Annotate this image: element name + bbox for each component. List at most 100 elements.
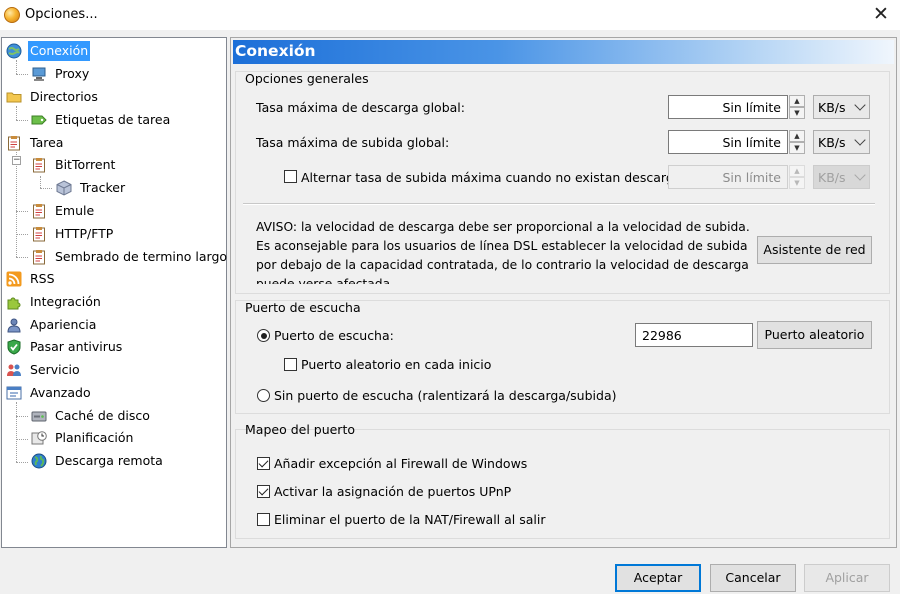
tree-connector — [16, 106, 17, 120]
clipboard-icon — [33, 250, 45, 265]
tree-item-label: Tarea — [30, 135, 64, 150]
tree-item-label: Proxy — [55, 66, 90, 81]
tree-item-label: Sembrado de termino largo — [55, 249, 228, 264]
tree-connector — [16, 74, 28, 75]
tree-connector — [16, 402, 17, 462]
alternate-upload-label: Alternar tasa de subida máxima cuando no… — [301, 170, 688, 185]
app-logo-icon — [4, 7, 20, 23]
firewall-exception-label: Añadir excepción al Firewall de Windows — [274, 456, 528, 471]
port-input[interactable]: 22986 — [635, 323, 753, 347]
no-listen-port-radio[interactable] — [257, 389, 270, 402]
close-icon[interactable]: ✕ — [870, 3, 892, 25]
tree-item-label: Conexión — [28, 41, 91, 61]
spin-up-icon: ▲ — [789, 165, 805, 177]
tree-item-label: RSS — [30, 271, 55, 286]
upload-rate-stepper[interactable]: ▲ ▼ — [789, 130, 805, 154]
tree-item-label: Directorios — [30, 89, 98, 104]
tree-connector — [16, 416, 28, 417]
panel-header: Conexión — [233, 40, 894, 64]
tree-item-label: HTTP/FTP — [55, 226, 114, 241]
clipboard-icon — [33, 204, 45, 219]
tree-item-label: BitTorrent — [55, 157, 116, 172]
tree-connector — [40, 176, 41, 188]
spin-down-icon: ▼ — [789, 177, 805, 189]
divider — [243, 203, 875, 205]
tree-connector — [16, 120, 28, 121]
spin-up-icon[interactable]: ▲ — [789, 130, 805, 142]
tree-connector — [16, 60, 17, 74]
rss-icon — [6, 271, 22, 287]
tag-icon — [31, 115, 47, 125]
cancel-button[interactable]: Cancelar — [710, 564, 796, 592]
tree-expander-icon[interactable]: − — [12, 156, 21, 165]
alternate-upload-checkbox[interactable] — [284, 170, 297, 183]
download-rate-input[interactable]: Sin límite — [668, 95, 788, 119]
bandwidth-notice: AVISO: la velocidad de descarga debe ser… — [256, 220, 750, 284]
listen-port-label: Puerto de escucha: — [274, 328, 394, 343]
spin-down-icon[interactable]: ▼ — [789, 142, 805, 154]
tree-item-label: Avanzado — [30, 385, 91, 400]
tree-item-label: Etiquetas de tarea — [55, 112, 171, 127]
upload-rate-label: Tasa máxima de subida global: — [256, 135, 450, 150]
tree-connector — [16, 152, 17, 257]
options-tree: − Conexión Proxy Directorios Etiquetas d… — [1, 37, 227, 548]
cube-icon — [56, 180, 72, 196]
tree-item-label: Planificación — [55, 430, 134, 445]
no-listen-port-label: Sin puerto de escucha (ralentizará la de… — [274, 388, 617, 403]
clipboard-icon — [8, 136, 20, 151]
chevron-down-icon — [854, 169, 866, 181]
group-title: Opciones generales — [245, 71, 369, 86]
tree-connector — [16, 439, 28, 440]
tree-item-label: Emule — [55, 203, 95, 218]
tree-item-label: Descarga remota — [55, 453, 163, 468]
download-rate-stepper[interactable]: ▲ ▼ — [789, 95, 805, 119]
clipboard-icon — [33, 158, 45, 173]
tree-item-label: Pasar antivirus — [30, 339, 123, 354]
accept-button[interactable]: Aceptar — [615, 564, 701, 592]
apply-button[interactable]: Aplicar — [804, 564, 890, 592]
remove-nat-port-label: Eliminar el puerto de la NAT/Firewall al… — [274, 512, 546, 527]
network-wizard-button[interactable]: Asistente de red — [757, 236, 872, 264]
clipboard-icon — [33, 227, 45, 242]
disk-icon — [31, 411, 47, 422]
tree-connector — [16, 234, 28, 235]
settings-window-icon — [6, 386, 22, 400]
random-each-start-checkbox[interactable] — [284, 358, 297, 371]
upload-unit-select[interactable]: KB/s — [813, 130, 870, 154]
upload-rate-input[interactable]: Sin límite — [668, 130, 788, 154]
globe-network-icon — [6, 43, 22, 59]
people-icon — [7, 364, 21, 376]
title-bar: Opciones... ✕ — [0, 0, 900, 30]
chevron-down-icon — [854, 134, 866, 146]
clock-icon — [31, 431, 47, 445]
download-rate-label: Tasa máxima de descarga global: — [256, 100, 465, 115]
alternate-upload-stepper: ▲ ▼ — [789, 165, 805, 189]
firewall-exception-checkbox[interactable] — [257, 457, 270, 470]
window-title: Opciones... — [25, 7, 98, 22]
upnp-label: Activar la asignación de puertos UPnP — [274, 484, 512, 499]
tree-connector — [16, 257, 28, 258]
download-unit-select[interactable]: KB/s — [813, 95, 870, 119]
page-title: Conexión — [235, 42, 316, 60]
spin-down-icon[interactable]: ▼ — [789, 107, 805, 119]
folder-icon — [6, 92, 22, 103]
settings-panel: Conexión Opciones generales Tasa máxima … — [230, 37, 897, 548]
spin-up-icon[interactable]: ▲ — [789, 95, 805, 107]
alternate-upload-input: Sin límite — [668, 165, 788, 189]
person-icon — [7, 318, 21, 333]
tree-item-label: Servicio — [30, 362, 80, 377]
listen-port-radio[interactable] — [257, 329, 270, 342]
computer-network-icon — [32, 67, 46, 81]
upnp-checkbox[interactable] — [257, 485, 270, 498]
random-port-button[interactable]: Puerto aleatorio — [757, 321, 872, 349]
remove-nat-port-checkbox[interactable] — [257, 513, 270, 526]
puzzle-icon — [7, 297, 21, 310]
tree-item-label: Caché de disco — [55, 408, 150, 423]
tree-connector — [16, 462, 28, 463]
tree-item-label: Integración — [30, 294, 101, 309]
tree-item-label: Tracker — [80, 180, 126, 195]
chevron-down-icon — [854, 99, 866, 111]
random-each-start-label: Puerto aleatorio en cada inicio — [301, 357, 492, 372]
tree-item-label: Apariencia — [30, 317, 97, 332]
tree-connector — [40, 188, 52, 189]
